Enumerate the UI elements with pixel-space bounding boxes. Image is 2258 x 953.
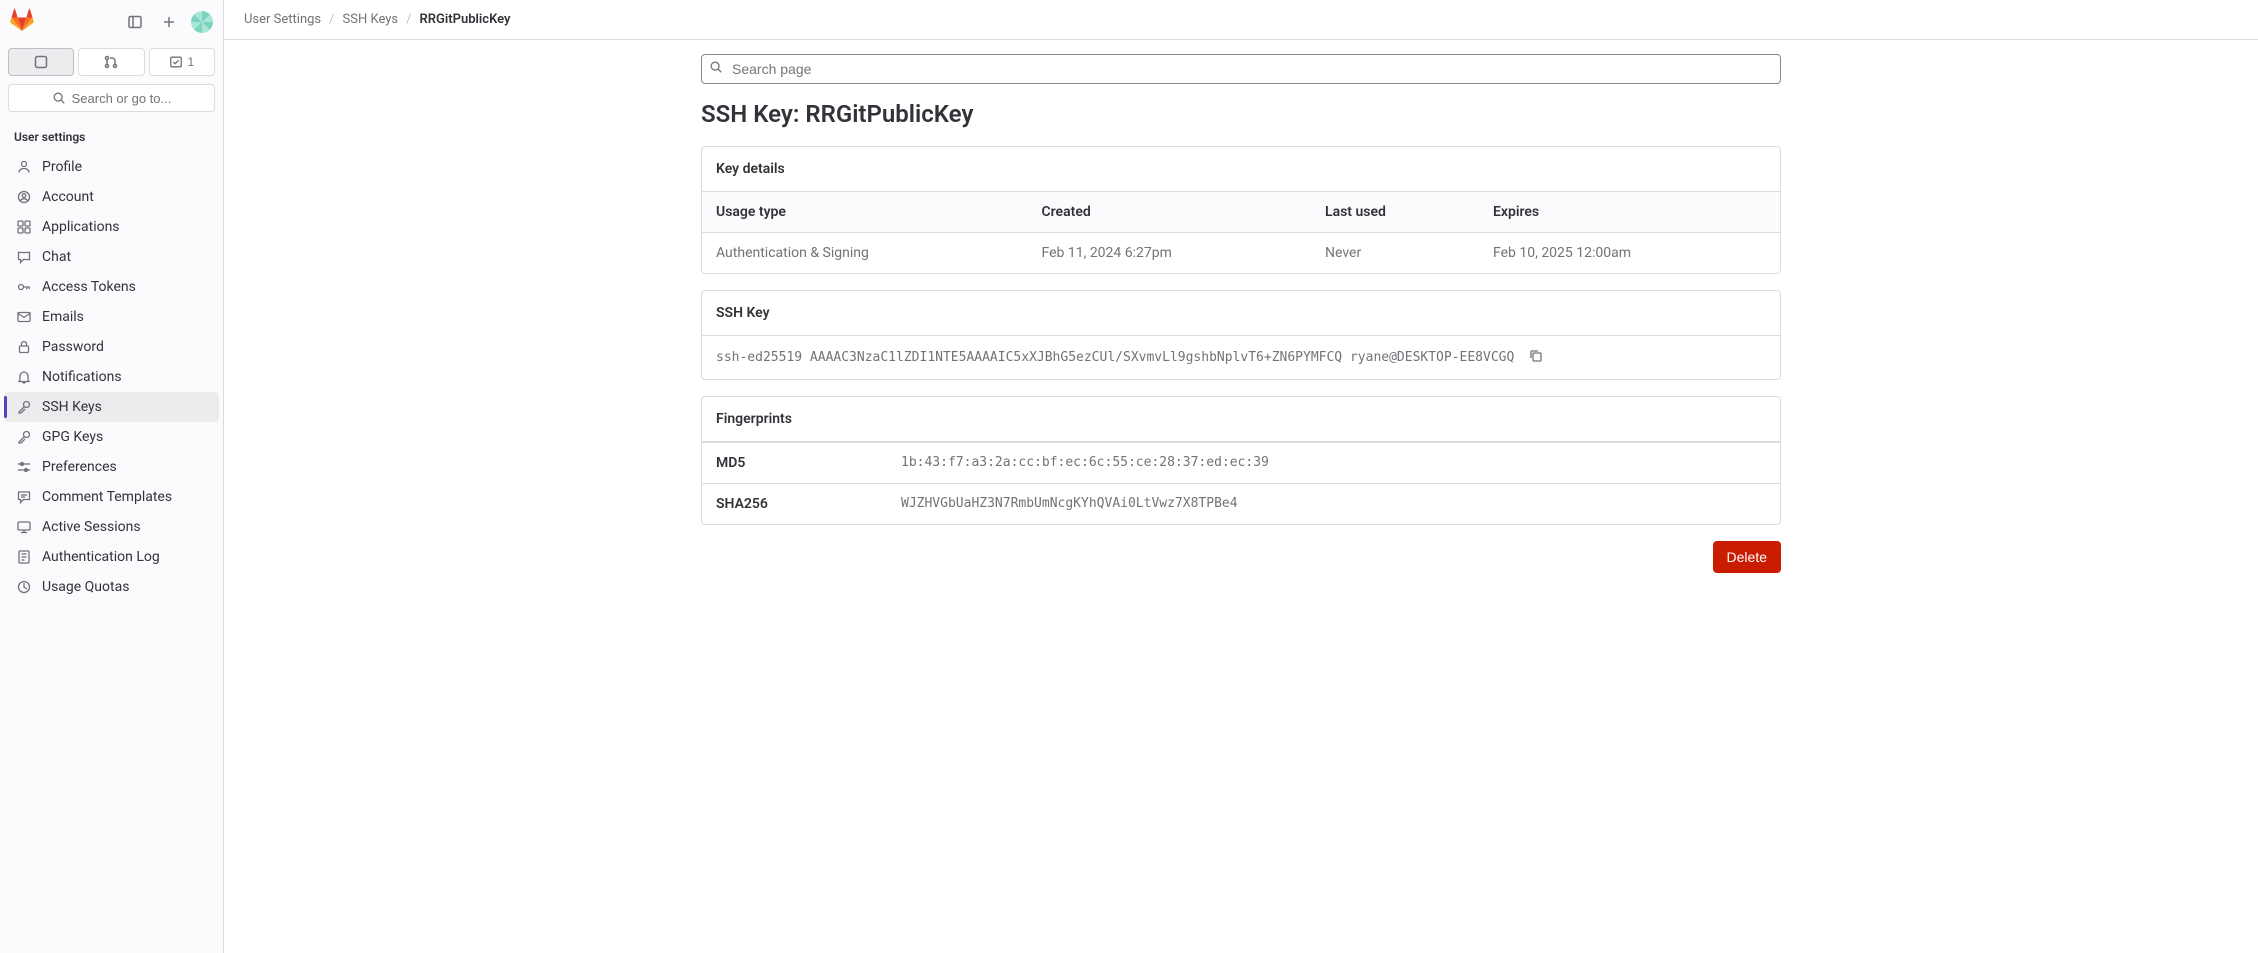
fingerprint-sha256-row: SHA256 WJZHVGbUaHZ3N7RmbUmNcgKYhQVAi0LtV… xyxy=(702,483,1780,524)
sidebar-item-access-tokens[interactable]: Access Tokens xyxy=(4,272,219,302)
col-last-used: Last used xyxy=(1325,204,1493,220)
sidebar-item-authentication-log[interactable]: Authentication Log xyxy=(4,542,219,572)
breadcrumb-current: RRGitPublicKey xyxy=(420,12,511,27)
applications-icon xyxy=(16,219,32,235)
page-search-wrap xyxy=(701,54,1781,84)
nav-label: Profile xyxy=(42,159,82,175)
md5-value: 1b:43:f7:a3:2a:cc:bf:ec:6c:55:ce:28:37:e… xyxy=(901,455,1269,471)
val-usage-type: Authentication & Signing xyxy=(716,245,1042,261)
breadcrumb: User Settings / SSH Keys / RRGitPublicKe… xyxy=(224,0,2258,40)
nav-label: Chat xyxy=(42,249,71,265)
nav-label: Applications xyxy=(42,219,120,235)
sidebar-item-emails[interactable]: Emails xyxy=(4,302,219,332)
todos-pill[interactable]: 1 xyxy=(149,48,215,76)
sidebar-item-applications[interactable]: Applications xyxy=(4,212,219,242)
nav-label: Notifications xyxy=(42,369,122,385)
top-action-pills: 1 xyxy=(0,44,223,84)
sidebar-item-account[interactable]: Account xyxy=(4,182,219,212)
delete-button[interactable]: Delete xyxy=(1713,541,1781,573)
nav-label: Usage Quotas xyxy=(42,579,129,595)
page-title: SSH Key: RRGitPublicKey xyxy=(701,100,1781,128)
page-search-input[interactable] xyxy=(701,54,1781,84)
chat-icon xyxy=(16,249,32,265)
col-expires: Expires xyxy=(1493,204,1766,220)
content: SSH Key: RRGitPublicKey Key details Usag… xyxy=(681,40,1801,587)
md5-label: MD5 xyxy=(716,455,901,471)
merge-requests-pill[interactable] xyxy=(78,48,144,76)
key-details-panel: Key details Usage type Created Last used… xyxy=(701,146,1781,274)
account-icon xyxy=(16,189,32,205)
quota-icon xyxy=(16,579,32,595)
sidebar-item-preferences[interactable]: Preferences xyxy=(4,452,219,482)
sidebar-item-gpg-keys[interactable]: GPG Keys xyxy=(4,422,219,452)
sidebar: 1 Search or go to... User settings Profi… xyxy=(0,0,224,953)
sidebar-search-button[interactable]: Search or go to... xyxy=(8,84,215,112)
nav-label: Authentication Log xyxy=(42,549,160,565)
collapse-sidebar-icon[interactable] xyxy=(123,10,147,34)
fingerprint-md5-row: MD5 1b:43:f7:a3:2a:cc:bf:ec:6c:55:ce:28:… xyxy=(702,442,1780,483)
sidebar-nav: Profile Account Applications Chat Access… xyxy=(0,148,223,606)
profile-icon xyxy=(16,159,32,175)
sidebar-item-ssh-keys[interactable]: SSH Keys xyxy=(4,392,219,422)
sidebar-top xyxy=(0,0,223,44)
ssh-key-panel: SSH Key ssh-ed25519 AAAAC3NzaC1lZDI1NTE5… xyxy=(701,290,1781,380)
delete-row: Delete xyxy=(701,541,1781,573)
plus-icon[interactable] xyxy=(157,10,181,34)
breadcrumb-ssh-keys[interactable]: SSH Keys xyxy=(343,12,399,27)
sidebar-item-password[interactable]: Password xyxy=(4,332,219,362)
ssh-key-row: ssh-ed25519 AAAAC3NzaC1lZDI1NTE5AAAAIC5x… xyxy=(702,336,1780,379)
key-icon xyxy=(16,399,32,415)
col-usage-type: Usage type xyxy=(716,204,1042,220)
nav-label: Preferences xyxy=(42,459,117,475)
nav-label: Account xyxy=(42,189,94,205)
ssh-key-value: ssh-ed25519 AAAAC3NzaC1lZDI1NTE5AAAAIC5x… xyxy=(716,350,1514,365)
breadcrumb-separator: / xyxy=(406,12,411,27)
nav-label: Password xyxy=(42,339,104,355)
sidebar-section-title: User settings xyxy=(0,120,223,148)
log-icon xyxy=(16,549,32,565)
sidebar-item-active-sessions[interactable]: Active Sessions xyxy=(4,512,219,542)
val-last-used: Never xyxy=(1325,245,1493,261)
col-created: Created xyxy=(1042,204,1326,220)
gitlab-logo-icon[interactable] xyxy=(10,8,34,36)
sidebar-item-notifications[interactable]: Notifications xyxy=(4,362,219,392)
todos-count: 1 xyxy=(187,55,194,69)
nav-label: Comment Templates xyxy=(42,489,172,505)
key-details-row: Authentication & Signing Feb 11, 2024 6:… xyxy=(702,233,1780,273)
sidebar-item-usage-quotas[interactable]: Usage Quotas xyxy=(4,572,219,602)
sha256-label: SHA256 xyxy=(716,496,901,512)
preferences-icon xyxy=(16,459,32,475)
bell-icon xyxy=(16,369,32,385)
fingerprints-header: Fingerprints xyxy=(702,397,1780,442)
issues-pill[interactable] xyxy=(8,48,74,76)
nav-label: Active Sessions xyxy=(42,519,141,535)
val-expires: Feb 10, 2025 12:00am xyxy=(1493,245,1766,261)
fingerprints-panel: Fingerprints MD5 1b:43:f7:a3:2a:cc:bf:ec… xyxy=(701,396,1781,525)
key-details-header: Key details xyxy=(702,147,1780,192)
email-icon xyxy=(16,309,32,325)
sidebar-item-comment-templates[interactable]: Comment Templates xyxy=(4,482,219,512)
sha256-value: WJZHVGbUaHZ3N7RmbUmNcgKYhQVAi0LtVwz7X8TP… xyxy=(901,496,1238,512)
copy-ssh-key-button[interactable] xyxy=(1526,346,1546,369)
nav-label: Emails xyxy=(42,309,84,325)
token-icon xyxy=(16,279,32,295)
nav-label: SSH Keys xyxy=(42,399,102,415)
lock-icon xyxy=(16,339,32,355)
main: User Settings / SSH Keys / RRGitPublicKe… xyxy=(224,0,2258,953)
sidebar-item-profile[interactable]: Profile xyxy=(4,152,219,182)
sidebar-search-label: Search or go to... xyxy=(72,91,172,106)
nav-label: GPG Keys xyxy=(42,429,103,445)
user-avatar[interactable] xyxy=(191,11,213,33)
val-created: Feb 11, 2024 6:27pm xyxy=(1042,245,1326,261)
sidebar-item-chat[interactable]: Chat xyxy=(4,242,219,272)
key-icon xyxy=(16,429,32,445)
search-icon xyxy=(709,60,723,78)
monitor-icon xyxy=(16,519,32,535)
breadcrumb-separator: / xyxy=(329,12,334,27)
key-details-columns: Usage type Created Last used Expires xyxy=(702,192,1780,233)
ssh-key-header: SSH Key xyxy=(702,291,1780,336)
comment-icon xyxy=(16,489,32,505)
breadcrumb-user-settings[interactable]: User Settings xyxy=(244,12,321,27)
nav-label: Access Tokens xyxy=(42,279,136,295)
